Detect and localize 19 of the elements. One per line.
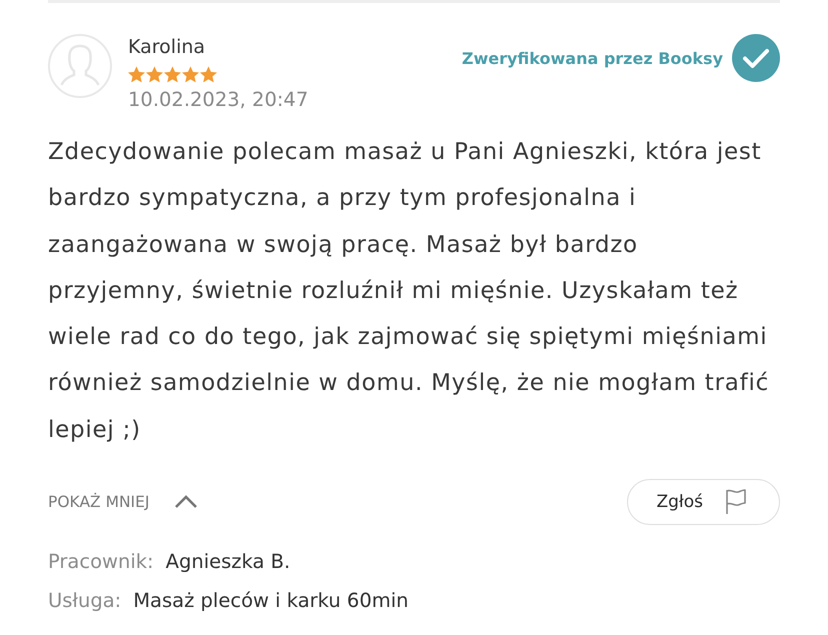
review-date: 10.02.2023, 20:47 (128, 88, 310, 112)
detail-label: Usługa: (48, 588, 122, 614)
detail-label: Pracownik: (48, 549, 154, 576)
verified-label: Zweryfikowana przez Booksy (462, 48, 723, 68)
author-name: Karolina (128, 35, 206, 59)
detail-value: Agnieszka B. (166, 549, 290, 576)
flag-icon (725, 489, 747, 516)
chevron-up-icon (174, 495, 198, 510)
avatar-icon (48, 34, 112, 98)
show-less-toggle[interactable]: POKAŻ MNIEJ (48, 493, 198, 512)
detail-value: Masaż pleców i karku 60min (133, 588, 409, 614)
report-button[interactable]: Zgłoś (627, 479, 780, 526)
star-filled-icon (128, 66, 145, 83)
checkmark-icon (732, 34, 780, 82)
star-filled-icon (164, 66, 181, 83)
review-text: Zdecydowanie polecam masaż u Pani Agnieszki, która jest bardzo sympatyczna, a przy tym profesjonalna i zaangażowana w swoją pracę. Masaż był bardzo przyjemny, świetnie rozluźnił mi mięśnie. Uzyskałam też wiele rad co do tego, jak zajmować się spiętymi mięśniami również samodzielnie w domu. Myślę, że nie mogłam trafić lepiej ;) (48, 138, 770, 445)
star-filled-icon (200, 66, 217, 83)
star-filled-icon (146, 66, 163, 83)
star-filled-icon (182, 66, 199, 83)
